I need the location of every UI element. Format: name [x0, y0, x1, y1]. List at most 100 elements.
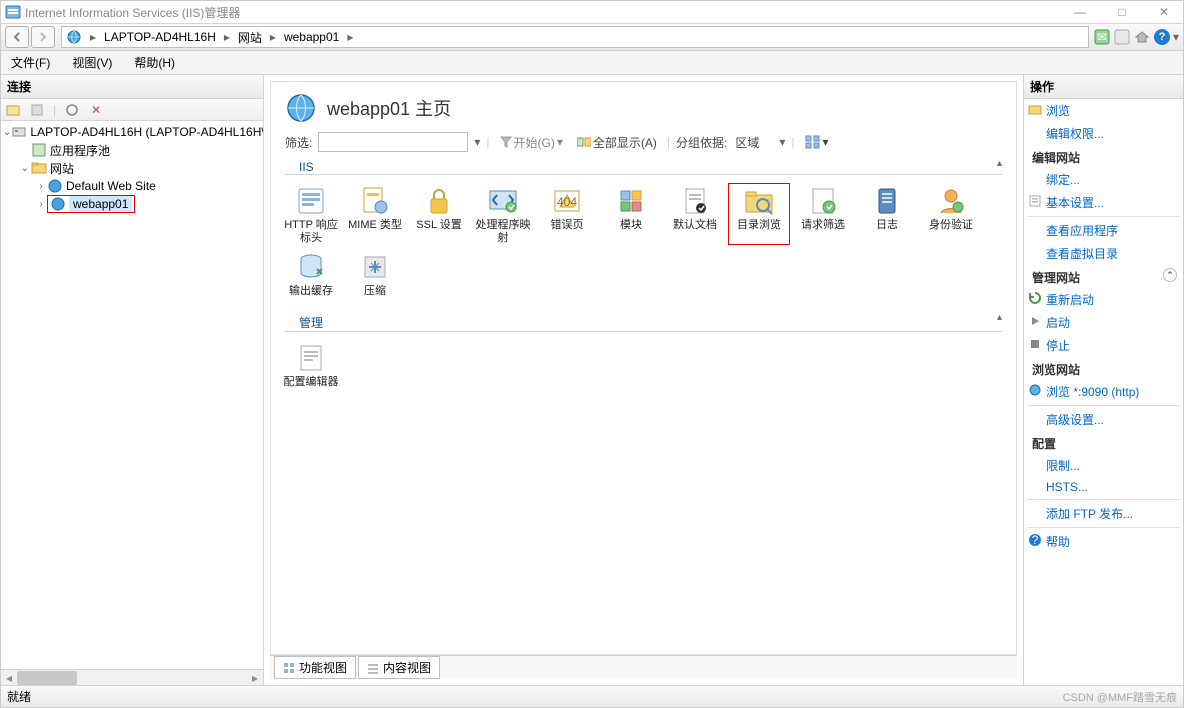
feature-auth[interactable]: 身份验证	[920, 183, 982, 245]
help-icon[interactable]: ?	[1153, 28, 1171, 46]
folder-icon	[1028, 102, 1042, 116]
breadcrumb-site[interactable]: webapp01	[284, 30, 339, 44]
action-label: 帮助	[1046, 533, 1070, 550]
connections-tree[interactable]: ⌄ LAPTOP-AD4HL16H (LAPTOP-AD4HL16H\MMF) …	[1, 121, 263, 669]
play-icon	[1028, 314, 1042, 328]
feature-label: 日志	[856, 219, 918, 232]
feature-error[interactable]: 404错误页	[536, 183, 598, 245]
action-ftp[interactable]: 添加 FTP 发布...	[1024, 502, 1183, 525]
action-view-apps[interactable]: 查看应用程序	[1024, 219, 1183, 242]
section-management: 管理▴	[285, 310, 1002, 332]
feature-modules[interactable]: 模块	[600, 183, 662, 245]
feature-compress[interactable]: 压缩	[344, 249, 406, 298]
actions-group-header: 编辑网站	[1024, 145, 1183, 168]
action-restart[interactable]: 重新启动	[1024, 288, 1183, 311]
chevron-right-icon: ▸	[343, 30, 357, 44]
collapse-icon[interactable]: ⌃	[1163, 268, 1177, 282]
handler-icon	[487, 185, 519, 217]
window-title: Internet Information Services (IIS)管理器	[25, 4, 240, 21]
tab-features-view[interactable]: 功能视图	[274, 656, 356, 679]
forward-button[interactable]	[31, 26, 55, 48]
filter-label: 筛选:	[285, 134, 312, 151]
delete-icon[interactable]: ✕	[88, 102, 104, 118]
site-icon	[47, 178, 63, 194]
tree-sites[interactable]: ⌄ 网站	[1, 159, 263, 177]
feature-mime[interactable]: MIME 类型	[344, 183, 406, 245]
action-label: 浏览 *:9090 (http)	[1046, 383, 1139, 400]
new-connection-icon[interactable]	[5, 102, 21, 118]
refresh-icon[interactable]	[64, 102, 80, 118]
feature-logging[interactable]: 日志	[856, 183, 918, 245]
logging-icon	[871, 185, 903, 217]
globe-icon	[1028, 383, 1042, 397]
chevron-right-icon: ▸	[86, 30, 100, 44]
tree-app-pools[interactable]: 应用程序池	[1, 141, 263, 159]
action-browse-9090[interactable]: 浏览 *:9090 (http)	[1024, 380, 1183, 403]
action-hsts[interactable]: HSTS...	[1024, 477, 1183, 497]
tree-default-site[interactable]: › Default Web Site	[1, 177, 263, 195]
help-dropdown-icon[interactable]: ▾	[1173, 30, 1179, 44]
home-icon[interactable]	[1133, 28, 1151, 46]
menu-file[interactable]: 文件(F)	[5, 52, 56, 73]
feature-config-editor[interactable]: 配置编辑器	[280, 340, 342, 389]
menu-view[interactable]: 视图(V)	[66, 52, 118, 73]
help-icon: ?	[1028, 533, 1042, 547]
breadcrumb[interactable]: ▸ LAPTOP-AD4HL16H ▸ 网站 ▸ webapp01 ▸	[61, 26, 1089, 48]
go-button[interactable]: 开始(G) ▾	[496, 133, 567, 152]
feature-handler[interactable]: 处理程序映射	[472, 183, 534, 245]
tree-webapp01[interactable]: › webapp01	[1, 195, 263, 213]
action-adv[interactable]: 高级设置...	[1024, 408, 1183, 431]
action-limits[interactable]: 限制...	[1024, 454, 1183, 477]
action-label: 浏览	[1046, 102, 1070, 119]
feature-label: HTTP 响应标头	[280, 219, 342, 245]
collapse-icon[interactable]: ▴	[997, 158, 1002, 169]
back-button[interactable]	[5, 26, 29, 48]
feature-label: 输出缓存	[280, 285, 342, 298]
action-view-vdirs[interactable]: 查看虚拟目录	[1024, 242, 1183, 265]
auth-icon	[935, 185, 967, 217]
feature-http-headers[interactable]: HTTP 响应标头	[280, 183, 342, 245]
action-basic[interactable]: 基本设置...	[1024, 191, 1183, 214]
action-help[interactable]: ? 帮助	[1024, 530, 1183, 553]
group-by-dropdown-icon[interactable]: ▾	[779, 135, 785, 149]
close-button[interactable]: ✕	[1149, 5, 1179, 19]
view-mode-button[interactable]: ▾	[801, 134, 833, 150]
view-icons-icon	[805, 135, 821, 149]
action-label: 限制...	[1046, 457, 1080, 474]
save-connection-icon[interactable]	[29, 102, 45, 118]
tree-server-label: LAPTOP-AD4HL16H (LAPTOP-AD4HL16H\MMF)	[30, 125, 263, 139]
action-label: 编辑权限...	[1046, 125, 1104, 142]
action-label: 高级设置...	[1046, 411, 1104, 428]
maximize-button[interactable]: □	[1107, 5, 1137, 19]
tab-content-view[interactable]: 内容视图	[358, 656, 440, 679]
breadcrumb-server[interactable]: LAPTOP-AD4HL16H	[104, 30, 216, 44]
breadcrumb-sites[interactable]: 网站	[238, 29, 262, 46]
globe-icon	[66, 29, 82, 45]
action-edit-perm[interactable]: 编辑权限...	[1024, 122, 1183, 145]
action-bindings[interactable]: 绑定...	[1024, 168, 1183, 191]
group-by-value[interactable]: 区域	[733, 134, 773, 151]
feature-dir-browse[interactable]: 目录浏览	[728, 183, 790, 245]
collapse-icon[interactable]: ▴	[997, 312, 1002, 323]
info-icon[interactable]	[1113, 28, 1131, 46]
tree-scrollbar[interactable]: ◂▸	[1, 669, 263, 685]
alert-icon[interactable]: ✉	[1093, 28, 1111, 46]
action-start[interactable]: 启动	[1024, 311, 1183, 334]
feature-label: 请求筛选	[792, 219, 854, 232]
filter-dropdown-icon[interactable]: ▾	[474, 135, 480, 149]
action-explore[interactable]: 浏览	[1024, 99, 1183, 122]
tree-server-node[interactable]: ⌄ LAPTOP-AD4HL16H (LAPTOP-AD4HL16H\MMF)	[1, 123, 263, 141]
feature-default-doc[interactable]: 默认文档	[664, 183, 726, 245]
action-label: 查看虚拟目录	[1046, 245, 1118, 262]
menu-bar: 文件(F) 视图(V) 帮助(H)	[1, 51, 1183, 75]
show-all-button[interactable]: 全部显示(A)	[573, 133, 661, 152]
minimize-button[interactable]: —	[1065, 5, 1095, 19]
feature-ssl[interactable]: SSL 设置	[408, 183, 470, 245]
filter-input[interactable]	[318, 132, 468, 152]
menu-help[interactable]: 帮助(H)	[128, 52, 181, 73]
feature-output-cache[interactable]: 输出缓存	[280, 249, 342, 298]
feature-req-filter[interactable]: 请求筛选	[792, 183, 854, 245]
connections-toolbar: | ✕	[1, 99, 263, 121]
action-stop[interactable]: 停止	[1024, 334, 1183, 357]
connections-panel: 连接 | ✕ ⌄ LAPTOP-AD4HL16H (LAPTOP-AD4HL16…	[1, 75, 264, 685]
